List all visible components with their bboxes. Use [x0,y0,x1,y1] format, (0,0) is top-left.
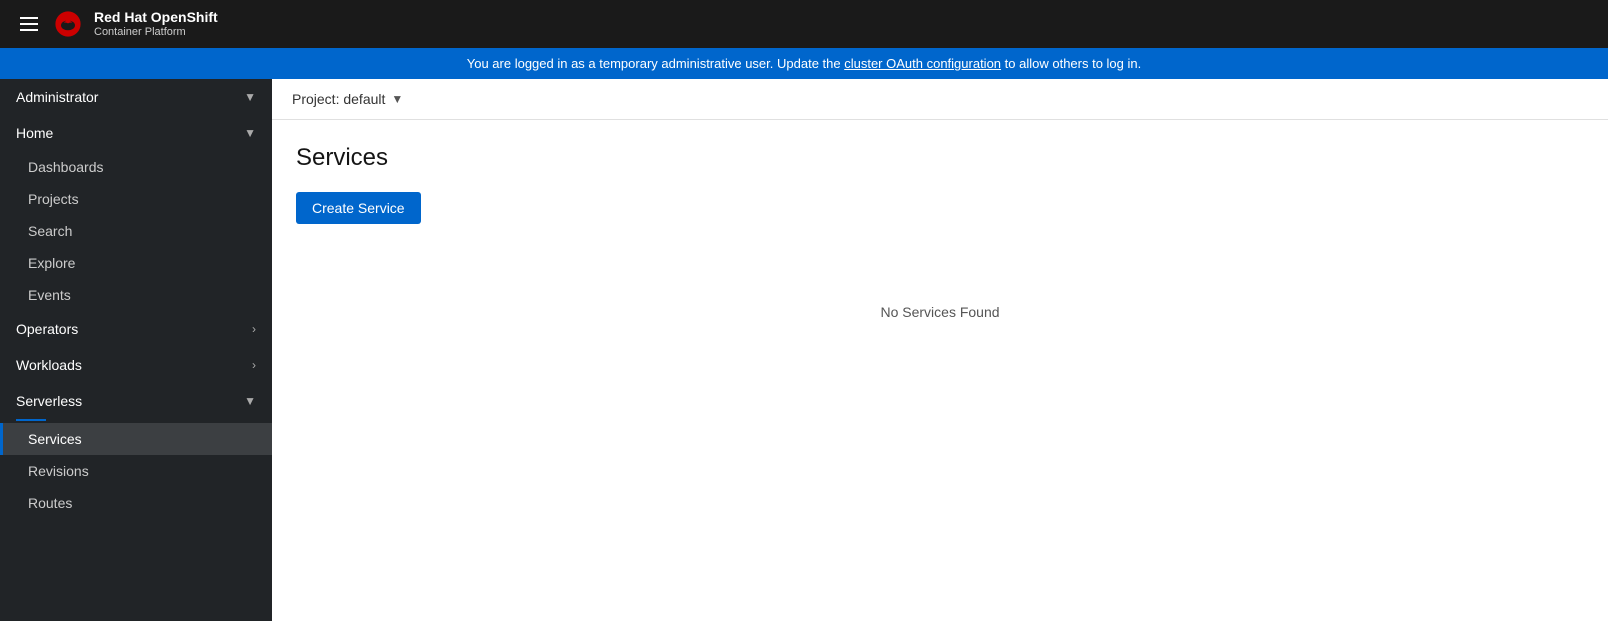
home-chevron-icon: ▼ [244,126,256,140]
sidebar-item-projects[interactable]: Projects [0,183,272,215]
role-selector[interactable]: Administrator ▼ [0,79,272,115]
empty-state: No Services Found [296,304,1584,320]
project-bar: Project: default ▼ [272,79,1608,120]
content-area: Project: default ▼ Services Create Servi… [272,79,1608,621]
sidebar-section-workloads[interactable]: Workloads › [0,347,272,383]
brand-redhat: Red Hat [94,9,147,25]
alert-text-post: to allow others to log in. [1005,56,1142,71]
page-content: Services Create Service No Services Foun… [272,120,1608,344]
sidebar-item-revisions[interactable]: Revisions [0,455,272,487]
brand-openshift: OpenShift [151,9,218,25]
brand-subtitle: Container Platform [94,26,218,39]
sidebar-item-services[interactable]: Services [0,423,272,455]
hamburger-menu[interactable] [16,13,42,35]
redhat-logo-icon [54,10,82,38]
page-title: Services [296,144,1584,172]
role-chevron-icon: ▼ [244,90,256,104]
workloads-chevron-icon: › [252,358,256,372]
sidebar-item-events[interactable]: Events [0,279,272,311]
sidebar-item-explore[interactable]: Explore [0,247,272,279]
main-layout: Administrator ▼ Home ▼ Dashboards Projec… [0,79,1608,621]
alert-text-pre: You are logged in as a temporary adminis… [467,56,844,71]
sidebar-section-serverless[interactable]: Serverless ▼ [0,383,272,419]
create-service-button[interactable]: Create Service [296,192,421,224]
oauth-config-link[interactable]: cluster OAuth configuration [844,56,1001,71]
operators-chevron-icon: › [252,322,256,336]
project-label: Project: default [292,91,385,107]
project-dropdown-icon: ▼ [391,92,403,106]
role-label: Administrator [16,89,98,105]
sidebar-section-serverless-label: Serverless [16,393,82,409]
sidebar-section-workloads-label: Workloads [16,357,82,373]
alert-banner: You are logged in as a temporary adminis… [0,48,1608,79]
brand: Red Hat OpenShift Container Platform [94,9,218,39]
sidebar-item-routes[interactable]: Routes [0,487,272,519]
topbar: Red Hat OpenShift Container Platform [0,0,1608,48]
project-selector[interactable]: Project: default ▼ [292,91,403,107]
sidebar-section-operators[interactable]: Operators › [0,311,272,347]
sidebar: Administrator ▼ Home ▼ Dashboards Projec… [0,79,272,621]
sidebar-section-home[interactable]: Home ▼ [0,115,272,151]
logo [54,10,82,38]
sidebar-section-operators-label: Operators [16,321,78,337]
serverless-active-bar [16,419,46,421]
empty-state-message: No Services Found [880,304,999,320]
sidebar-section-home-label: Home [16,125,53,141]
sidebar-item-search[interactable]: Search [0,215,272,247]
serverless-chevron-icon: ▼ [244,394,256,408]
sidebar-item-dashboards[interactable]: Dashboards [0,151,272,183]
